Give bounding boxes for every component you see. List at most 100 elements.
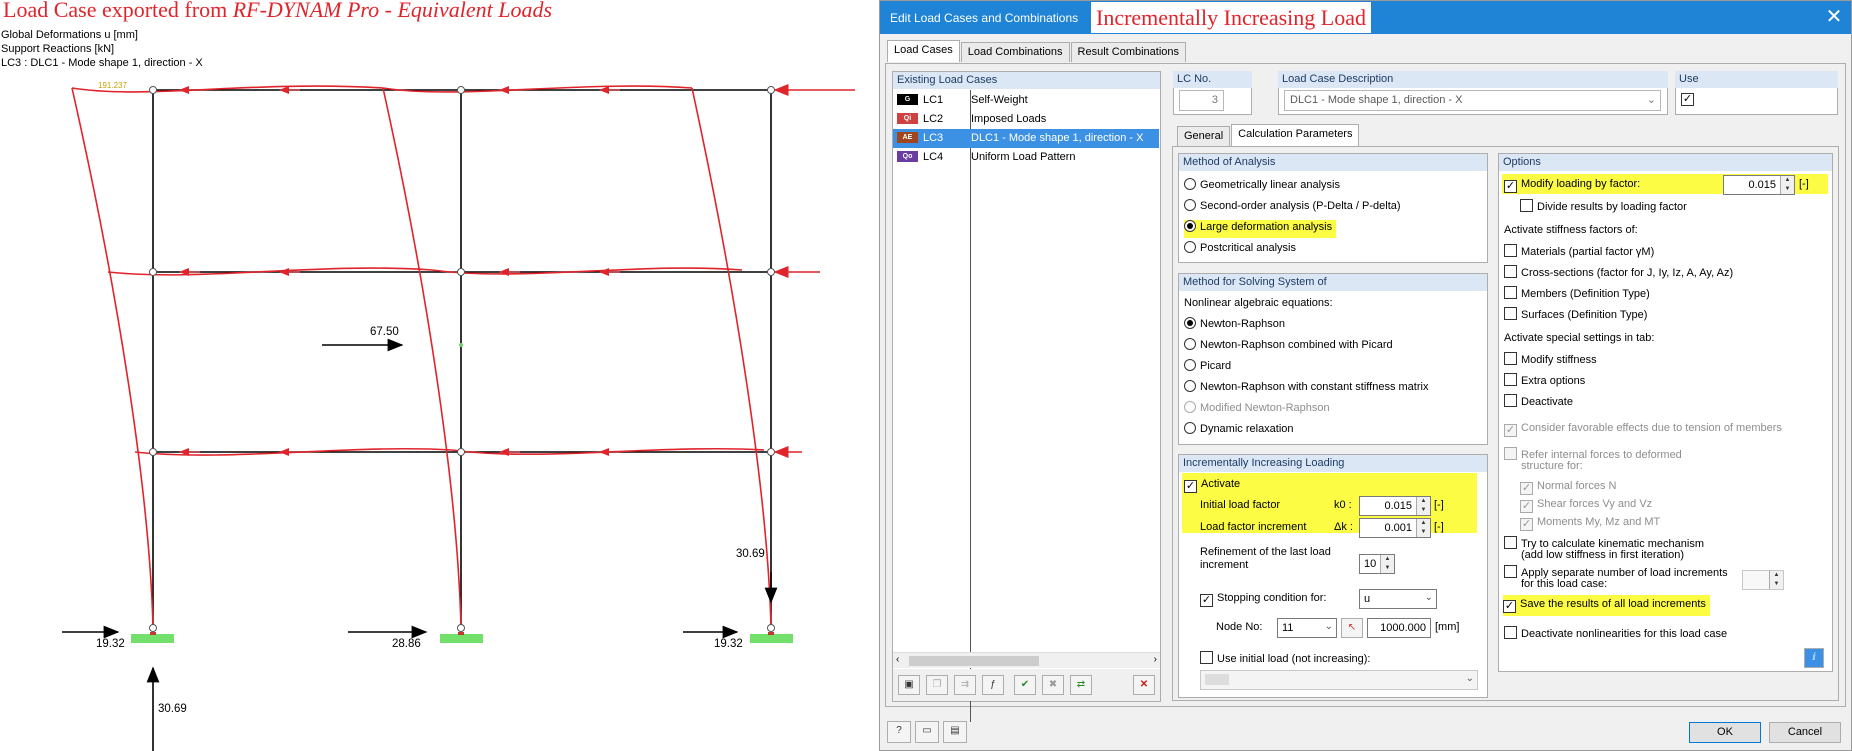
cancel-button[interactable]: Cancel — [1769, 722, 1841, 743]
stiffness-members-option[interactable]: Members (Definition Type) — [1504, 286, 1650, 304]
option-newton-raphson[interactable]: Newton-Raphson — [1184, 317, 1285, 335]
delete-icon[interactable]: ✕ — [1133, 675, 1155, 695]
modify-loading-checkbox[interactable]: ✓ — [1504, 180, 1517, 193]
list-scrollbar[interactable]: ‹ › — [893, 652, 1160, 668]
load-case-row-lc3[interactable]: AE LC3 DLC1 - Mode shape 1, direction - … — [893, 129, 1159, 148]
node-no-select[interactable]: 11 ⌄ — [1277, 618, 1337, 638]
modify-loading-input[interactable]: 0.015 ▲ ▼ — [1723, 175, 1795, 195]
spinner-icon[interactable]: ▲ ▼ — [1416, 519, 1430, 537]
radio-icon[interactable] — [1184, 178, 1196, 190]
stiffness-surfaces-option[interactable]: Surfaces (Definition Type) — [1504, 307, 1647, 325]
radio-icon[interactable] — [1184, 241, 1196, 253]
refer-internal-forces-label-2: structure for: — [1521, 460, 1583, 472]
scroll-thumb[interactable] — [909, 656, 1039, 666]
refinement-input[interactable]: 10 ▲ ▼ — [1359, 554, 1395, 574]
load-case-row-lc2[interactable]: Qi LC2 Imposed Loads — [893, 110, 1159, 129]
help-icon[interactable]: ? — [887, 721, 911, 743]
radio-icon[interactable] — [1184, 380, 1196, 392]
load-case-row-lc1[interactable]: G LC1 Self-Weight — [893, 91, 1159, 110]
stopping-condition-select[interactable]: u ⌄ — [1359, 589, 1437, 609]
stopping-condition-option[interactable]: ✓ Stopping condition for: — [1200, 592, 1326, 610]
save-icon[interactable]: ▤ — [943, 721, 967, 743]
node-limit-input[interactable]: 1000.000 — [1367, 618, 1431, 638]
stiffness-cross-sections-option[interactable]: Cross-sections (factor for J, Iy, Iz, A,… — [1504, 265, 1733, 283]
option-large-deformation[interactable]: Large deformation analysis — [1184, 220, 1337, 238]
radio-icon[interactable] — [1184, 199, 1196, 211]
radio-icon[interactable] — [1184, 220, 1196, 232]
checkbox[interactable] — [1504, 536, 1517, 549]
tab-load-cases[interactable]: Load Cases — [887, 40, 960, 62]
activate-checkbox[interactable]: ✓ — [1184, 480, 1197, 493]
close-icon[interactable]: ✕ — [1823, 7, 1845, 29]
spinner-icon[interactable]: ▲ ▼ — [1769, 571, 1783, 589]
use-initial-load-checkbox[interactable] — [1200, 651, 1213, 664]
initial-load-factor-input[interactable]: 0.015 ▲ ▼ — [1359, 496, 1431, 516]
radio-icon[interactable] — [1184, 338, 1196, 350]
use-initial-load-option[interactable]: Use initial load (not increasing): — [1200, 651, 1370, 669]
load-case-row-lc4[interactable]: Qo LC4 Uniform Load Pattern — [893, 148, 1159, 167]
new-load-case-icon[interactable]: ▣ — [898, 675, 920, 695]
option-nr-picard[interactable]: Newton-Raphson combined with Picard — [1184, 338, 1393, 356]
modify-loading-option[interactable]: ✓ Modify loading by factor: — [1504, 178, 1640, 196]
stopping-condition-checkbox[interactable]: ✓ — [1200, 594, 1213, 607]
separate-increments-input[interactable]: ▲ ▼ — [1742, 570, 1784, 590]
checkbox[interactable] — [1504, 307, 1517, 320]
special-deactivate-option[interactable]: Deactivate — [1504, 394, 1573, 412]
radio-icon[interactable] — [1184, 422, 1196, 434]
stiffness-materials-option[interactable]: Materials (partial factor γM) — [1504, 244, 1654, 262]
checkbox[interactable] — [1504, 565, 1517, 578]
ok-button[interactable]: OK — [1689, 722, 1761, 743]
lc-no-label: LC No. — [1173, 71, 1252, 88]
checkbox[interactable] — [1504, 352, 1517, 365]
copy-load-case-icon[interactable]: ❐ — [926, 675, 948, 695]
initial-load-select[interactable]: ⌄ — [1200, 670, 1478, 690]
radio-icon[interactable] — [1184, 359, 1196, 371]
tab-general[interactable]: General — [1177, 126, 1231, 146]
check-all-icon[interactable]: ✔ — [1014, 675, 1036, 695]
option-postcritical[interactable]: Postcritical analysis — [1184, 241, 1296, 259]
swap-icon[interactable]: ⇄ — [1070, 675, 1092, 695]
checkbox[interactable] — [1504, 626, 1517, 639]
tab-load-combinations[interactable]: Load Combinations — [960, 42, 1070, 62]
scroll-left-icon[interactable]: ‹ — [896, 654, 899, 665]
spinner-icon[interactable]: ▲ ▼ — [1380, 555, 1394, 573]
checkbox[interactable] — [1504, 373, 1517, 386]
open-icon[interactable]: ▭ — [915, 721, 939, 743]
load-factor-increment-input[interactable]: 0.001 ▲ ▼ — [1359, 518, 1431, 538]
checkbox[interactable] — [1504, 265, 1517, 278]
list-toolbar: ▣ ❐ ⇉ ƒ ✔ ✖ ⇄ ✕ — [893, 669, 1160, 701]
save-results-checkbox[interactable]: ✓ — [1503, 600, 1516, 613]
option-second-order[interactable]: Second-order analysis (P-Delta / P-delta… — [1184, 199, 1401, 217]
radio-icon[interactable] — [1184, 317, 1196, 329]
save-results-option[interactable]: ✓ Save the results of all load increments — [1503, 595, 1710, 616]
checkbox[interactable] — [1504, 394, 1517, 407]
option-dynamic-relaxation[interactable]: Dynamic relaxation — [1184, 422, 1294, 440]
lc-no-field[interactable]: 3 — [1179, 90, 1224, 111]
deactivate-nonlinearities-option[interactable]: Deactivate nonlinearities for this load … — [1504, 626, 1727, 644]
renumber-icon[interactable]: ⇉ — [954, 675, 976, 695]
generate-icon[interactable]: ƒ — [982, 675, 1004, 695]
checkbox[interactable] — [1504, 286, 1517, 299]
tab-result-combinations[interactable]: Result Combinations — [1070, 42, 1187, 62]
description-field[interactable]: DLC1 - Mode shape 1, direction - X ⌄ — [1284, 90, 1661, 111]
option-picard[interactable]: Picard — [1184, 359, 1231, 377]
use-checkbox[interactable]: ✓ — [1681, 93, 1694, 106]
option-nr-constant-stiffness[interactable]: Newton-Raphson with constant stiffness m… — [1184, 380, 1428, 398]
divide-results-option[interactable]: Divide results by loading factor — [1520, 199, 1687, 217]
checkbox[interactable] — [1504, 244, 1517, 257]
scroll-right-icon[interactable]: › — [1154, 654, 1157, 665]
uncheck-all-icon[interactable]: ✖ — [1042, 675, 1064, 695]
activate-option[interactable]: ✓ Activate — [1184, 478, 1240, 496]
list-divider — [970, 90, 971, 722]
refer-moments-option: ✓ Moments My, Mz and MT — [1520, 516, 1660, 534]
pick-node-icon[interactable]: ↖ — [1341, 618, 1363, 638]
special-modify-stiffness-option[interactable]: Modify stiffness — [1504, 352, 1597, 370]
option-geometrically-linear[interactable]: Geometrically linear analysis — [1184, 178, 1340, 196]
info-icon[interactable]: ⅈ — [1804, 648, 1824, 668]
spinner-icon[interactable]: ▲ ▼ — [1416, 497, 1430, 515]
divide-results-checkbox[interactable] — [1520, 199, 1533, 212]
tab-calculation-parameters[interactable]: Calculation Parameters — [1231, 124, 1360, 146]
special-extra-options-option[interactable]: Extra options — [1504, 373, 1585, 391]
spinner-icon[interactable]: ▲ ▼ — [1780, 176, 1794, 194]
refinement-value: 10 — [1364, 558, 1377, 570]
